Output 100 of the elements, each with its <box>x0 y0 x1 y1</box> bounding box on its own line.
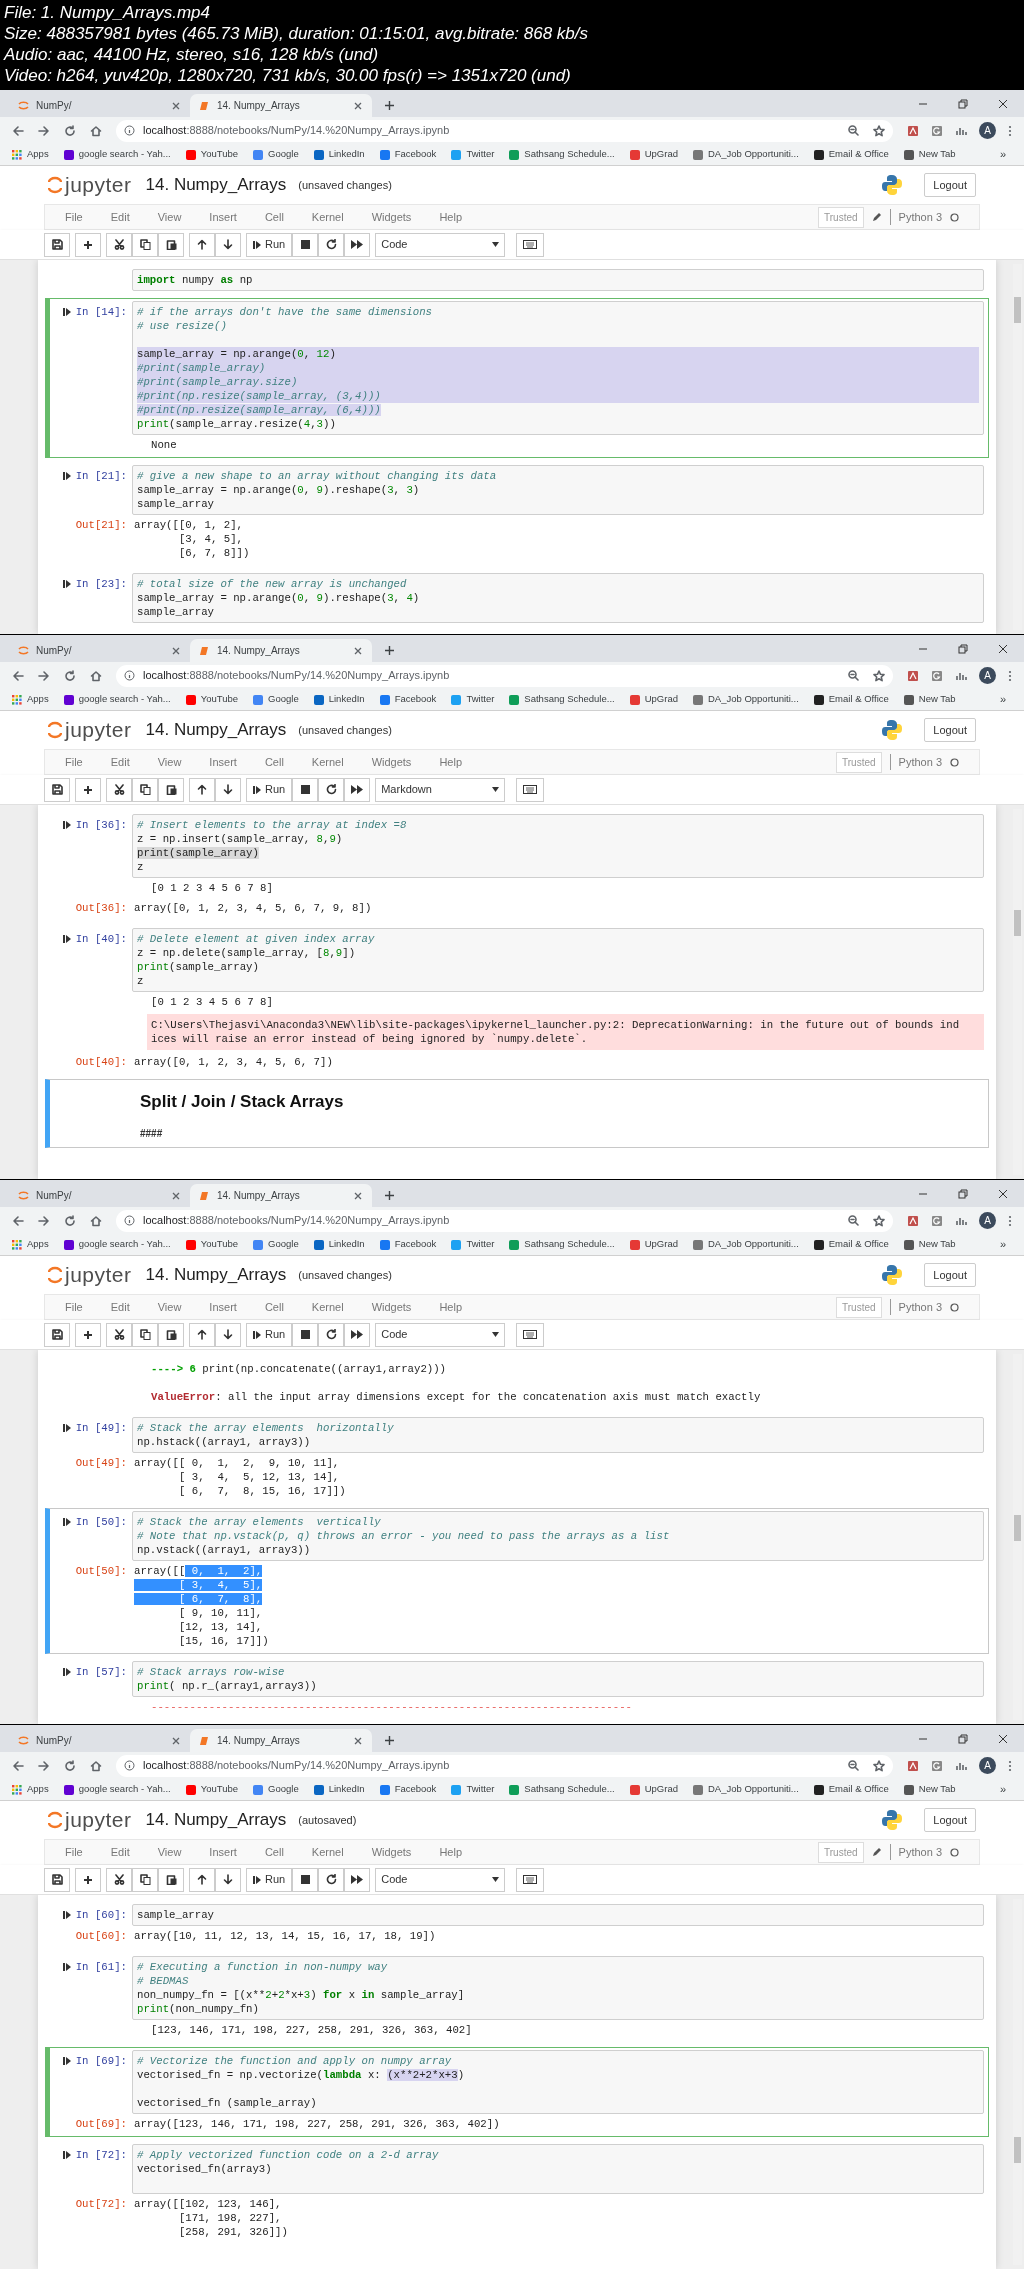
bookmark-link[interactable]: Twitter <box>451 1782 495 1797</box>
browser-tab[interactable]: NumPy/ <box>8 639 190 662</box>
info-icon[interactable] <box>124 1760 135 1771</box>
close-icon[interactable] <box>172 101 180 110</box>
run-button[interactable]: Run <box>246 1322 293 1347</box>
insert-cell-button[interactable] <box>75 777 101 802</box>
more-bookmarks-button[interactable]: » <box>999 146 1006 163</box>
home-icon[interactable] <box>90 669 102 682</box>
notebook-title[interactable]: 14. Numpy_Arrays <box>145 717 287 743</box>
move-up-button[interactable] <box>189 777 215 802</box>
paste-button[interactable] <box>158 1322 184 1347</box>
more-bookmarks-button[interactable]: » <box>999 1781 1006 1798</box>
code-input[interactable]: sample_array <box>132 1904 984 1926</box>
menu-item[interactable]: Edit <box>110 753 130 771</box>
close-icon[interactable] <box>354 101 362 110</box>
url-text[interactable]: localhost:8888/notebooks/NumPy/14.%20Numpy_Arrays.ipynb <box>143 1757 450 1774</box>
move-up-button[interactable] <box>189 1322 215 1347</box>
zoom-icon[interactable] <box>848 125 859 136</box>
paste-button[interactable] <box>158 777 184 802</box>
kernel-name[interactable]: Python 3 <box>898 1843 942 1861</box>
bookmark-link[interactable]: UpGrad <box>629 1237 678 1252</box>
bookmark-link[interactable]: Email & Office <box>813 692 889 707</box>
star-icon[interactable] <box>873 1759 885 1772</box>
restart-button[interactable] <box>318 1322 345 1347</box>
move-down-button[interactable] <box>215 1322 241 1347</box>
browser-tab[interactable]: 14. Numpy_Arrays <box>190 94 372 117</box>
menu-item[interactable]: Widgets <box>371 1298 412 1316</box>
more-icon[interactable] <box>1008 669 1012 682</box>
code-input[interactable]: # Delete element at given index array z = np.delete(sample_array, [8,9]) print(sample_array) z <box>132 928 984 992</box>
home-icon[interactable] <box>90 1759 102 1772</box>
run-icon[interactable] <box>62 1423 72 1433</box>
bookmark-link[interactable]: LinkedIn <box>313 147 365 162</box>
stop-button[interactable] <box>292 232 319 257</box>
bookmark-link[interactable]: Google <box>253 1782 299 1797</box>
run-icon[interactable] <box>62 2056 72 2066</box>
address-bar[interactable]: localhost:8888/notebooks/NumPy/14.%20Numpy_Arrays.ipynb <box>116 1209 893 1232</box>
reload-icon[interactable] <box>64 669 76 682</box>
close-icon[interactable] <box>354 1736 362 1745</box>
menu-item[interactable]: Help <box>439 1843 462 1861</box>
stop-button[interactable] <box>292 1867 319 1892</box>
kernel-name[interactable]: Python 3 <box>898 1298 942 1316</box>
insert-cell-button[interactable] <box>75 232 101 257</box>
restore-icon[interactable] <box>958 1188 968 1199</box>
code-input[interactable]: # Stack arrays row-wise print( np.r_(array1,array3)) <box>132 1661 984 1697</box>
menu-item[interactable]: View <box>157 1843 182 1861</box>
bookmark-link[interactable]: Sathsang Schedule... <box>509 1237 615 1252</box>
close-icon[interactable] <box>354 1191 362 1200</box>
code-input[interactable]: # total size of the new array is unchanged sample_array = np.arange(0, 9).reshape(3, 4) sample_array <box>132 573 984 623</box>
browser-tab[interactable]: 14. Numpy_Arrays <box>190 639 372 662</box>
run-icon[interactable] <box>62 307 72 317</box>
info-icon[interactable] <box>124 1215 135 1226</box>
bookmark-link[interactable]: DA_Job Opportuniti... <box>692 692 799 707</box>
paste-button[interactable] <box>158 1867 184 1892</box>
run-button[interactable]: Run <box>246 1867 293 1892</box>
run-icon[interactable] <box>62 1910 72 1920</box>
code-input[interactable]: # Stack the array elements vertically # Note that np.vstack(p, q) throws an error - you need to pass the arrays as a list np.vstack((array1, array3)) <box>132 1511 984 1561</box>
more-icon[interactable] <box>1008 124 1012 137</box>
bookmark-link[interactable]: Twitter <box>451 692 495 707</box>
menu-item[interactable]: Edit <box>110 208 130 226</box>
bookmark-link[interactable]: google search - Yah... <box>63 692 171 707</box>
menu-item[interactable]: View <box>157 1298 182 1316</box>
run-all-button[interactable] <box>344 777 371 802</box>
new-tab-icon[interactable] <box>384 100 395 111</box>
address-bar[interactable]: localhost:8888/notebooks/NumPy/14.%20Numpy_Arrays.ipynb <box>116 1754 893 1777</box>
move-down-button[interactable] <box>215 232 241 257</box>
star-icon[interactable] <box>873 1214 885 1227</box>
menu-item[interactable]: File <box>65 208 83 226</box>
zoom-icon[interactable] <box>848 670 859 681</box>
bookmark-link[interactable]: LinkedIn <box>313 692 365 707</box>
bookmark-link[interactable]: Email & Office <box>813 1782 889 1797</box>
close-icon[interactable] <box>354 646 362 655</box>
insert-cell-button[interactable] <box>75 1867 101 1892</box>
info-icon[interactable] <box>124 125 135 136</box>
command-palette-button[interactable] <box>516 232 545 257</box>
menu-item[interactable]: Cell <box>264 1843 284 1861</box>
forward-icon[interactable] <box>38 124 50 137</box>
bookmark-link[interactable]: DA_Job Opportuniti... <box>692 1782 799 1797</box>
bookmark-link[interactable]: DA_Job Opportuniti... <box>692 147 799 162</box>
command-palette-button[interactable] <box>516 1867 545 1892</box>
notebook-title[interactable]: 14. Numpy_Arrays <box>145 1262 287 1288</box>
stop-button[interactable] <box>292 777 319 802</box>
bookmark-link[interactable]: Google <box>253 147 299 162</box>
cut-button[interactable] <box>106 1867 132 1892</box>
address-bar[interactable]: localhost:8888/notebooks/NumPy/14.%20Numpy_Arrays.ipynb <box>116 119 893 142</box>
bookmark-link[interactable]: Facebook <box>379 692 437 707</box>
bookmark-link[interactable]: LinkedIn <box>313 1782 365 1797</box>
more-icon[interactable] <box>1008 1214 1012 1227</box>
command-palette-button[interactable] <box>516 777 545 802</box>
restore-icon[interactable] <box>958 98 968 109</box>
menu-item[interactable]: Widgets <box>371 208 412 226</box>
close-icon[interactable] <box>998 1188 1008 1199</box>
browser-tab[interactable]: 14. Numpy_Arrays <box>190 1729 372 1752</box>
menu-item[interactable]: Insert <box>209 1843 237 1861</box>
run-button[interactable]: Run <box>246 232 293 257</box>
logout-button[interactable]: Logout <box>924 1808 976 1832</box>
reload-icon[interactable] <box>64 124 76 137</box>
cell-type-dropdown[interactable]: Markdown <box>375 777 506 802</box>
zoom-icon[interactable] <box>848 1215 859 1226</box>
code-input[interactable]: # Vectorize the function and apply on numpy array vectorised_fn = np.vectorize(lambda x: (x**2+2*x+3) vectorised_fn (sample_array) <box>132 2050 984 2114</box>
menu-item[interactable]: Cell <box>264 1298 284 1316</box>
